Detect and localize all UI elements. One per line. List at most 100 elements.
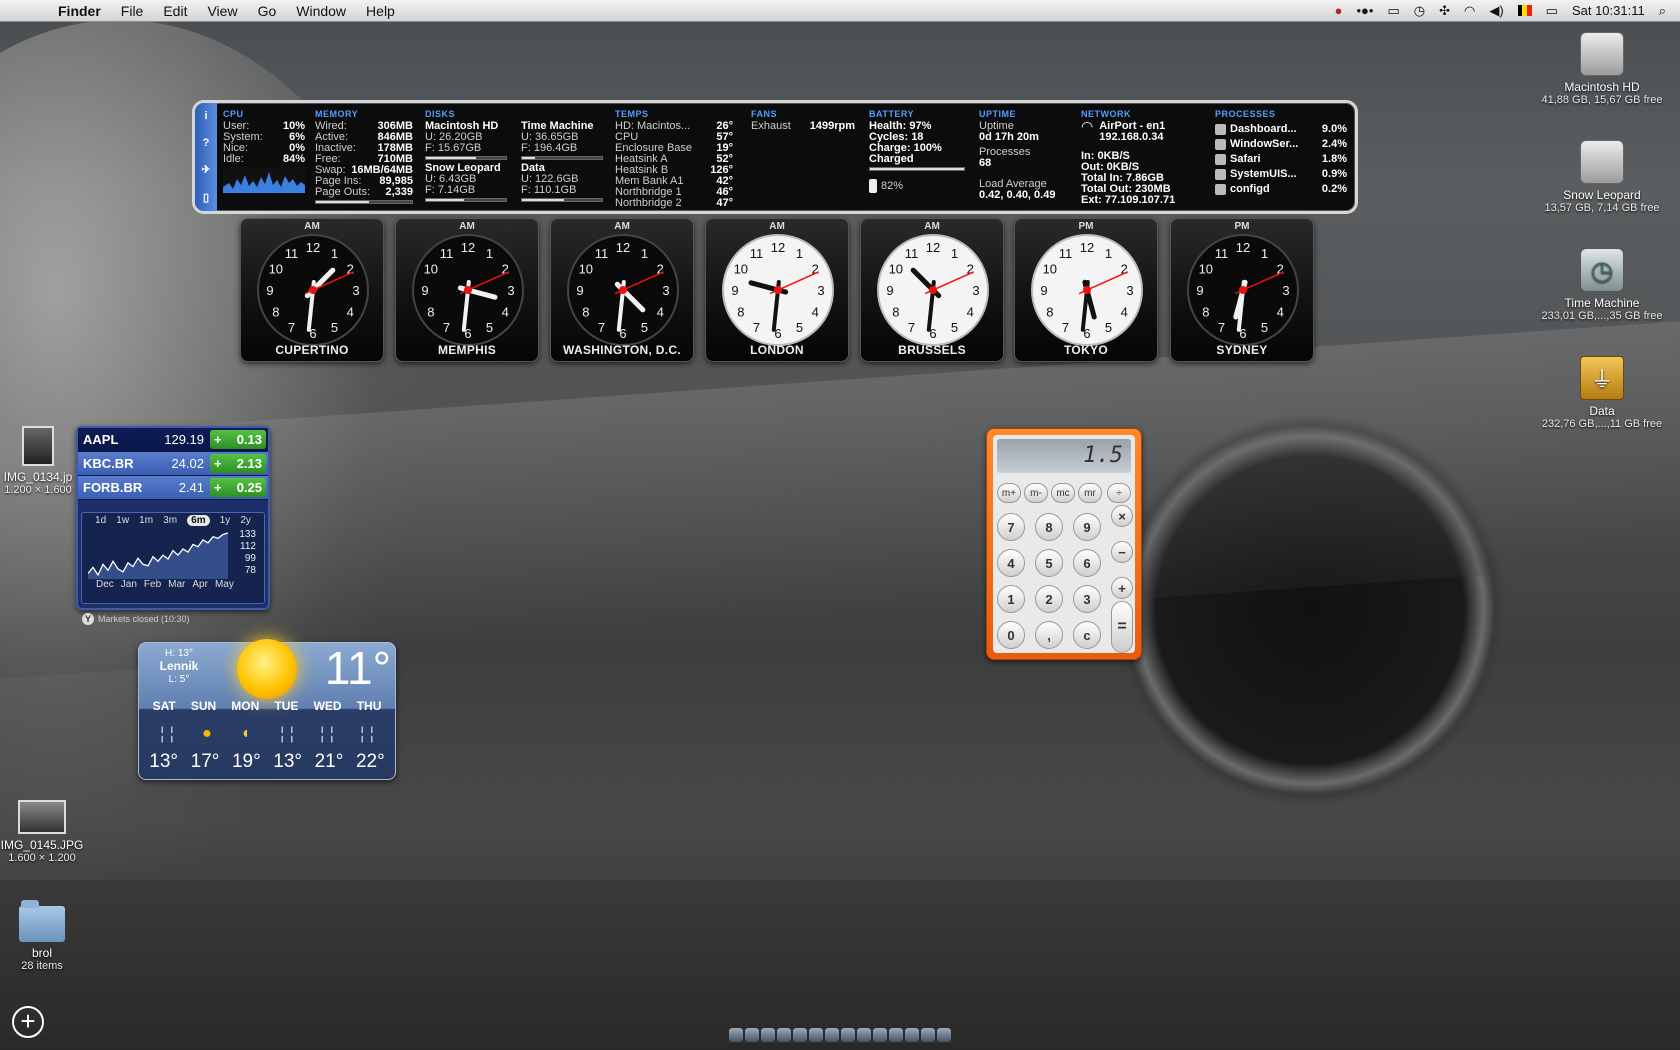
calc-key-plus[interactable]: + bbox=[1111, 577, 1133, 599]
dock-app-icon[interactable] bbox=[745, 1028, 759, 1042]
calculator-widget[interactable]: 1.5 m+ m-mc mr ÷ 7 8 9 × 4 5 6− 1 2 3 +0, c = bbox=[986, 428, 1142, 660]
stock-row[interactable]: FORB.BR 2.41 +0.25 bbox=[78, 476, 268, 500]
calc-key-equals[interactable]: = bbox=[1111, 601, 1133, 653]
sync-icon[interactable]: ✣ bbox=[1439, 3, 1450, 19]
wifi-icon[interactable]: ◠ bbox=[1464, 3, 1475, 19]
dock-app-icon[interactable] bbox=[777, 1028, 791, 1042]
calc-key-mc[interactable]: mc bbox=[1051, 483, 1075, 503]
dock-app-icon[interactable] bbox=[809, 1028, 823, 1042]
dock-app-icon[interactable] bbox=[889, 1028, 903, 1042]
dock-app-icon[interactable] bbox=[937, 1028, 951, 1042]
dock-app-icon[interactable] bbox=[841, 1028, 855, 1042]
process-row[interactable]: Dashboard... 9.0% bbox=[1215, 124, 1347, 135]
volume-icon[interactable]: ◀) bbox=[1489, 3, 1503, 19]
calc-key-3[interactable]: 3 bbox=[1073, 585, 1101, 613]
calc-key-0[interactable]: 0 bbox=[997, 621, 1025, 649]
info-icon[interactable]: i bbox=[204, 110, 207, 122]
calc-key-4[interactable]: 4 bbox=[997, 549, 1025, 577]
dock-app-icon[interactable] bbox=[761, 1028, 775, 1042]
calc-key-clear[interactable]: c bbox=[1073, 621, 1101, 649]
menubar-clock[interactable]: Sat 10:31:11 bbox=[1572, 3, 1645, 18]
battery-status-icon[interactable]: ▭ bbox=[1546, 3, 1558, 19]
calc-key-6[interactable]: 6 bbox=[1073, 549, 1101, 577]
menu-file[interactable]: File bbox=[111, 3, 154, 19]
dock-app-icon[interactable] bbox=[729, 1028, 743, 1042]
range-1y[interactable]: 1y bbox=[220, 515, 231, 526]
dock-app-icon[interactable] bbox=[873, 1028, 887, 1042]
clock-city: WASHINGTON, D.C. bbox=[563, 343, 681, 357]
growl-icon[interactable]: ● bbox=[1335, 3, 1343, 18]
calc-key-1[interactable]: 1 bbox=[997, 585, 1025, 613]
menu-app-finder[interactable]: Finder bbox=[48, 3, 111, 19]
weather-widget[interactable]: H: 13° Lennik L: 5° 11° SAT SUN MON TUE WED T… bbox=[138, 639, 396, 780]
range-1d[interactable]: 1d bbox=[95, 515, 106, 526]
calc-key-comma[interactable]: , bbox=[1035, 621, 1063, 649]
menu-go[interactable]: Go bbox=[248, 3, 287, 19]
spotlight-icon[interactable]: ⌕ bbox=[1659, 3, 1666, 19]
dock-app-icon[interactable] bbox=[793, 1028, 807, 1042]
menu-view[interactable]: View bbox=[197, 3, 247, 19]
process-row[interactable]: configd 0.2% bbox=[1215, 184, 1347, 195]
range-3m[interactable]: 3m bbox=[163, 515, 177, 526]
world-clock-cupertino[interactable]: AM 1 2 3 4 5 6 7 8 9 10 11 12 CUPERTINO bbox=[240, 218, 384, 362]
calc-key-m+[interactable]: m+ bbox=[997, 483, 1021, 503]
dock-app-icon[interactable] bbox=[921, 1028, 935, 1042]
world-clock-washington-d-c-[interactable]: AM 1 2 3 4 5 6 7 8 9 10 11 12 WASHINGTON, D.C. bbox=[550, 218, 694, 362]
stock-change[interactable]: +0.25 bbox=[210, 478, 266, 497]
battery-menu-icon[interactable]: ▭ bbox=[1387, 3, 1399, 19]
toggle-icon[interactable]: ▯ bbox=[203, 191, 209, 204]
calc-key-9[interactable]: 9 bbox=[1073, 513, 1101, 541]
desktop-icon-time-machine[interactable]: ◷ Time Machine 233,01 GB,...,35 GB free bbox=[1522, 248, 1680, 322]
range-1m[interactable]: 1m bbox=[139, 515, 153, 526]
stock-row[interactable]: KBC.BR 24.02 +2.13 bbox=[78, 452, 268, 476]
stat-row: Northbridge 2 47° bbox=[615, 198, 733, 209]
forecast-day: SUN bbox=[190, 699, 217, 713]
clock-numeral: 8 bbox=[427, 305, 434, 320]
calc-key-5[interactable]: 5 bbox=[1035, 549, 1063, 577]
range-1w[interactable]: 1w bbox=[116, 515, 129, 526]
time-machine-menu-icon[interactable]: ◷ bbox=[1414, 3, 1425, 19]
menu-window[interactable]: Window bbox=[286, 3, 356, 19]
desktop-icon-brol[interactable]: brol 28 items bbox=[0, 900, 122, 972]
stock-row[interactable]: AAPL 129.19 +0.13 bbox=[78, 428, 268, 452]
world-clock-memphis[interactable]: AM 1 2 3 4 5 6 7 8 9 10 11 12 MEMPHIS bbox=[395, 218, 539, 362]
bluetooth-dots-icon[interactable]: •●• bbox=[1356, 3, 1373, 18]
world-clock-brussels[interactable]: AM 1 2 3 4 5 6 7 8 9 10 11 12 BRUSSELS bbox=[860, 218, 1004, 362]
istat-widget[interactable]: i ? ✈ ▯ CPU User: 10% System: 6% Nice: 0% Idle… bbox=[192, 100, 1358, 214]
process-row[interactable]: WindowSer... 2.4% bbox=[1215, 139, 1347, 150]
range-2y[interactable]: 2y bbox=[240, 515, 251, 526]
calc-key-divide[interactable]: ÷ bbox=[1107, 483, 1131, 503]
add-widget-icon[interactable]: + bbox=[12, 1006, 44, 1038]
world-clock-sydney[interactable]: PM 1 2 3 4 5 6 7 8 9 10 11 12 SYDNEY bbox=[1170, 218, 1314, 362]
calc-key-multiply[interactable]: × bbox=[1111, 505, 1133, 527]
process-row[interactable]: Safari 1.8% bbox=[1215, 154, 1347, 165]
activity-icon[interactable]: ✈ bbox=[201, 163, 210, 176]
dock-app-icon[interactable] bbox=[905, 1028, 919, 1042]
calc-key-7[interactable]: 7 bbox=[997, 513, 1025, 541]
calc-key-2[interactable]: 2 bbox=[1035, 585, 1063, 613]
dock-app-icon[interactable] bbox=[825, 1028, 839, 1042]
desktop-icon-data[interactable]: ⏚ Data 232,76 GB,...,11 GB free bbox=[1522, 356, 1680, 430]
world-clock-london[interactable]: AM 1 2 3 4 5 6 7 8 9 10 11 12 LONDON bbox=[705, 218, 849, 362]
calc-key-minus[interactable]: − bbox=[1111, 541, 1133, 563]
desktop-icon-img-0145[interactable]: IMG_0145.JPG 1.600 × 1.200 bbox=[0, 800, 122, 864]
world-clock-tokyo[interactable]: PM 1 2 3 4 5 6 7 8 9 10 11 12 TOKYO bbox=[1014, 218, 1158, 362]
menu-edit[interactable]: Edit bbox=[153, 3, 197, 19]
stocks-widget[interactable]: AAPL 129.19 +0.13 KBC.BR 24.02 +2.13 FOR… bbox=[76, 426, 270, 625]
calc-key-m-[interactable]: m- bbox=[1024, 483, 1048, 503]
calc-key-8[interactable]: 8 bbox=[1035, 513, 1063, 541]
help-icon[interactable]: ? bbox=[203, 137, 210, 149]
clock-numeral: 5 bbox=[331, 320, 338, 335]
process-row[interactable]: SystemUIS... 0.9% bbox=[1215, 169, 1347, 180]
yahoo-icon[interactable]: Y bbox=[82, 613, 94, 625]
forecast-day: WED bbox=[313, 699, 342, 713]
menu-help[interactable]: Help bbox=[356, 3, 405, 19]
belgium-flag-icon[interactable] bbox=[1517, 5, 1532, 16]
stock-change[interactable]: +2.13 bbox=[210, 454, 266, 473]
dock-app-icon[interactable] bbox=[857, 1028, 871, 1042]
calc-key-mr[interactable]: mr bbox=[1078, 483, 1102, 503]
desktop-icon-snow-leopard[interactable]: Snow Leopard 13,57 GB, 7,14 GB free bbox=[1522, 140, 1680, 214]
range-6m[interactable]: 6m bbox=[187, 515, 210, 526]
desktop-icon-macintosh-hd[interactable]: Macintosh HD 41,88 GB, 15,67 GB free bbox=[1522, 32, 1680, 106]
stock-change[interactable]: +0.13 bbox=[210, 430, 266, 449]
